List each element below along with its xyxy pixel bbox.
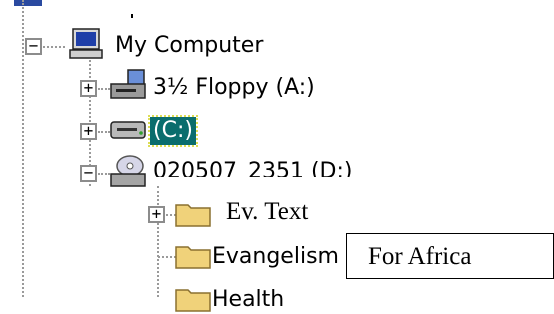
tree-item-my-computer[interactable]: My Computer <box>112 32 266 60</box>
tree-item-evangelism[interactable]: Evangelism <box>209 243 342 271</box>
tree-line <box>43 46 65 48</box>
tree-item-health[interactable]: Health <box>209 286 287 314</box>
folder-icon <box>175 204 211 227</box>
hard-drive-icon <box>110 121 146 139</box>
folder-icon <box>175 289 211 312</box>
ev-text-label: Ev. Text <box>226 198 309 225</box>
tick-mark <box>131 14 133 18</box>
tree-line <box>157 186 159 297</box>
tree-item-c-drive[interactable]: (C:) <box>148 115 198 147</box>
tree-line <box>22 0 24 297</box>
expand-folder-button[interactable]: + <box>148 206 165 223</box>
expand-floppy-button[interactable]: + <box>80 80 97 97</box>
expand-c-drive-button[interactable]: + <box>80 123 97 140</box>
folder-icon <box>175 246 211 269</box>
folder-tree: − My Computer + 3½ Floppy (A:) + (C:) − … <box>0 0 554 312</box>
tree-item-d-drive[interactable]: 020507_2351 (D:) <box>150 158 355 177</box>
tree-item-floppy[interactable]: 3½ Floppy (A:) <box>150 74 318 102</box>
my-computer-icon <box>69 28 103 59</box>
collapse-my-computer-button[interactable]: − <box>25 38 42 55</box>
cd-drive-icon <box>110 155 146 187</box>
collapse-d-drive-button[interactable]: − <box>80 165 97 182</box>
desktop-icon <box>14 0 42 6</box>
floppy-drive-icon <box>110 69 146 99</box>
for-africa-label: For Africa <box>368 243 472 270</box>
